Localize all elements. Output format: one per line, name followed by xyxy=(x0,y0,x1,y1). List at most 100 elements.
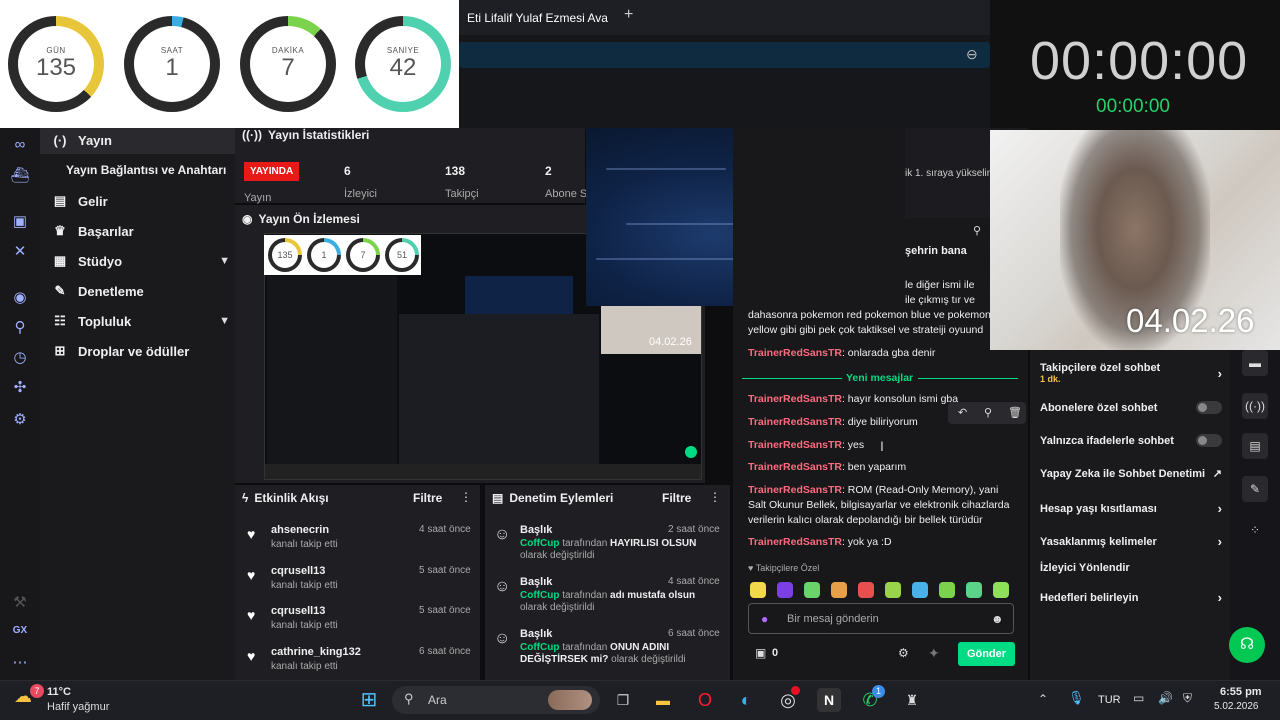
chat-setting-item[interactable]: Yapay Zeka ile Sohbet Denetimi ↗ xyxy=(1040,467,1222,481)
opera-icon[interactable]: O xyxy=(693,688,717,712)
glasses-icon[interactable]: ∞ xyxy=(10,136,30,153)
chevron-right-icon[interactable]: › xyxy=(1218,590,1222,605)
chat-username[interactable]: TrainerRedSansTR xyxy=(748,393,842,405)
clock-time[interactable]: 6:55 pm xyxy=(1220,686,1262,698)
display-icon[interactable]: ▭ xyxy=(1133,691,1144,705)
task-view-icon[interactable]: ❐ xyxy=(611,688,635,712)
send-button[interactable]: Gönder xyxy=(958,642,1015,666)
chevron-right-icon[interactable]: › xyxy=(1218,534,1222,549)
pin-icon[interactable]: ⚲ xyxy=(973,224,981,237)
chat-message[interactable]: TrainerRedSansTR: yok ya :D xyxy=(748,535,1018,550)
emote-icon[interactable] xyxy=(858,582,874,598)
brush-icon[interactable]: ⚒ xyxy=(10,593,30,611)
emote-icon[interactable] xyxy=(966,582,982,598)
gear-icon[interactable]: ⚙ xyxy=(10,410,30,428)
emote-icon[interactable] xyxy=(993,582,1009,598)
emote-icon[interactable] xyxy=(885,582,901,598)
nav-item-droplar[interactable]: ⊞ Droplar ve ödüller xyxy=(52,343,230,359)
chat-message[interactable]: TrainerRedSansTR: ben yaparım xyxy=(748,460,1018,475)
more-vertical-icon[interactable]: ⋮ xyxy=(709,490,721,504)
puzzle-icon[interactable]: ✣ xyxy=(10,378,30,396)
layout-icon[interactable]: ▤ xyxy=(1242,433,1268,459)
weather-temp[interactable]: 11°C xyxy=(47,686,71,698)
emoji-icon[interactable]: ☻ xyxy=(991,612,1004,626)
modlog-user[interactable]: CoffCup xyxy=(520,538,559,549)
pin-icon[interactable]: ⚲ xyxy=(984,406,992,419)
help-chat-icon[interactable]: ☊ xyxy=(1229,627,1265,663)
nav-item-topluluk[interactable]: ☷ Topluluk ▼ xyxy=(52,313,230,329)
reply-icon[interactable]: ↶ xyxy=(958,406,967,419)
modlog-user[interactable]: CoffCup xyxy=(520,642,559,653)
dots-icon[interactable]: ⁘ xyxy=(1242,517,1268,543)
toggle-switch[interactable] xyxy=(1196,434,1222,447)
volume-icon[interactable]: 🔊 xyxy=(1158,691,1173,705)
modlog-user[interactable]: CoffCup xyxy=(520,590,559,601)
chat-setting-item[interactable]: Yasaklanmış kelimeler › xyxy=(1040,534,1222,549)
nav-item-stream-key[interactable]: Yayın Bağlantısı ve Anahtarı xyxy=(66,163,244,177)
microphone-icon[interactable]: 🎙 xyxy=(1068,690,1085,706)
browser-tab-active[interactable]: Eti Lifalif Yulaf Ezmesi Ava xyxy=(459,2,619,35)
twitch-icon[interactable]: ▣ xyxy=(10,212,30,230)
activity-name[interactable]: ahsenecrin xyxy=(271,524,329,536)
points-icon[interactable]: ▣ xyxy=(755,646,766,660)
emote-icon[interactable] xyxy=(912,582,928,598)
new-tab-plus-icon[interactable]: + xyxy=(624,6,633,24)
language-indicator[interactable]: TUR xyxy=(1098,694,1121,706)
gx-icon[interactable]: GX xyxy=(10,625,30,636)
chat-setting-item[interactable]: Hedefleri belirleyin › xyxy=(1040,590,1222,605)
chat-username[interactable]: TrainerRedSansTR xyxy=(748,416,842,428)
emote-icon[interactable] xyxy=(750,582,766,598)
chat-username[interactable]: TrainerRedSansTR xyxy=(748,347,842,359)
more-vertical-icon[interactable]: ⋮ xyxy=(460,490,472,504)
wrench-icon[interactable]: ✎ xyxy=(1242,476,1268,502)
nav-item-gelir[interactable]: ▤ Gelir xyxy=(52,193,230,209)
security-icon[interactable]: ⛨ xyxy=(1183,691,1192,706)
nav-item-denetleme[interactable]: ✎ Denetleme xyxy=(52,283,230,299)
chat-setting-item[interactable]: Hesap yaşı kısıtlaması › xyxy=(1040,501,1222,516)
windows-start-icon[interactable]: ⊞ xyxy=(357,688,381,712)
bot-icon[interactable]: ✦ xyxy=(928,645,940,662)
chevron-up-icon[interactable]: ⌃ xyxy=(1038,692,1048,706)
clock-icon[interactable]: ◷ xyxy=(10,348,30,366)
zoom-out-icon[interactable]: ⊖ xyxy=(966,46,978,63)
gear-icon[interactable]: ⚙ xyxy=(898,646,909,660)
external-link-icon[interactable]: ↗ xyxy=(1213,467,1222,480)
nav-item-yayin[interactable]: (·) Yayın xyxy=(52,133,230,148)
activity-name[interactable]: cqrusell13 xyxy=(271,565,325,577)
chat-username[interactable]: TrainerRedSansTR xyxy=(748,484,842,496)
play-icon[interactable]: ◉ xyxy=(10,288,30,306)
x-icon[interactable]: ✕ xyxy=(10,242,30,260)
emote-icon[interactable] xyxy=(939,582,955,598)
trash-icon[interactable]: 🗑 xyxy=(1008,406,1022,419)
chat-username[interactable]: TrainerRedSansTR xyxy=(748,439,842,451)
chat-setting-item[interactable]: Takipçilere özel sohbet 1 dk. › xyxy=(1040,362,1222,384)
chat-username[interactable]: TrainerRedSansTR xyxy=(748,461,842,473)
pin-icon[interactable]: ⚲ xyxy=(10,318,30,336)
taskbar-search[interactable]: ⚲ Ara xyxy=(392,686,600,714)
emote-icon[interactable] xyxy=(831,582,847,598)
emote-icon[interactable] xyxy=(804,582,820,598)
more-icon[interactable]: ⋯ xyxy=(10,653,30,671)
boat-icon[interactable]: ⛴ xyxy=(10,166,30,184)
toggle-switch[interactable] xyxy=(1196,401,1222,414)
activity-name[interactable]: cathrine_king132 xyxy=(271,646,361,658)
chat-message[interactable]: TrainerRedSansTR: ROM (Read-Only Memory)… xyxy=(748,483,1018,528)
broadcast-icon[interactable]: ((·)) xyxy=(1242,393,1268,419)
file-explorer-icon[interactable]: ▬ xyxy=(651,688,675,712)
chat-username[interactable]: TrainerRedSansTR xyxy=(748,536,842,548)
nav-item-basarilar[interactable]: ♛ Başarılar xyxy=(52,223,230,239)
chat-input[interactable]: ● Bir mesaj gönderin ☻ xyxy=(748,603,1014,634)
weather-desc[interactable]: Hafif yağmur xyxy=(47,701,109,713)
address-bar[interactable] xyxy=(459,42,990,68)
chat-setting-item[interactable]: İzleyici Yönlendir xyxy=(1040,562,1222,574)
chevron-right-icon[interactable]: › xyxy=(1218,501,1222,516)
chat-bubble-icon[interactable]: ▬ xyxy=(1242,350,1268,376)
microphone-icon[interactable]: ● xyxy=(761,612,768,626)
activity-filter-button[interactable]: Filtre xyxy=(413,491,442,505)
chevron-right-icon[interactable]: › xyxy=(1218,366,1222,381)
emote-icon[interactable] xyxy=(777,582,793,598)
clock-date[interactable]: 5.02.2026 xyxy=(1214,701,1259,712)
edge-icon[interactable]: ◐ xyxy=(734,688,758,712)
nav-item-studyo[interactable]: ▦ Stüdyo ▼ xyxy=(52,253,230,269)
chat-setting-item[interactable]: Abonelere özel sohbet xyxy=(1040,401,1222,414)
